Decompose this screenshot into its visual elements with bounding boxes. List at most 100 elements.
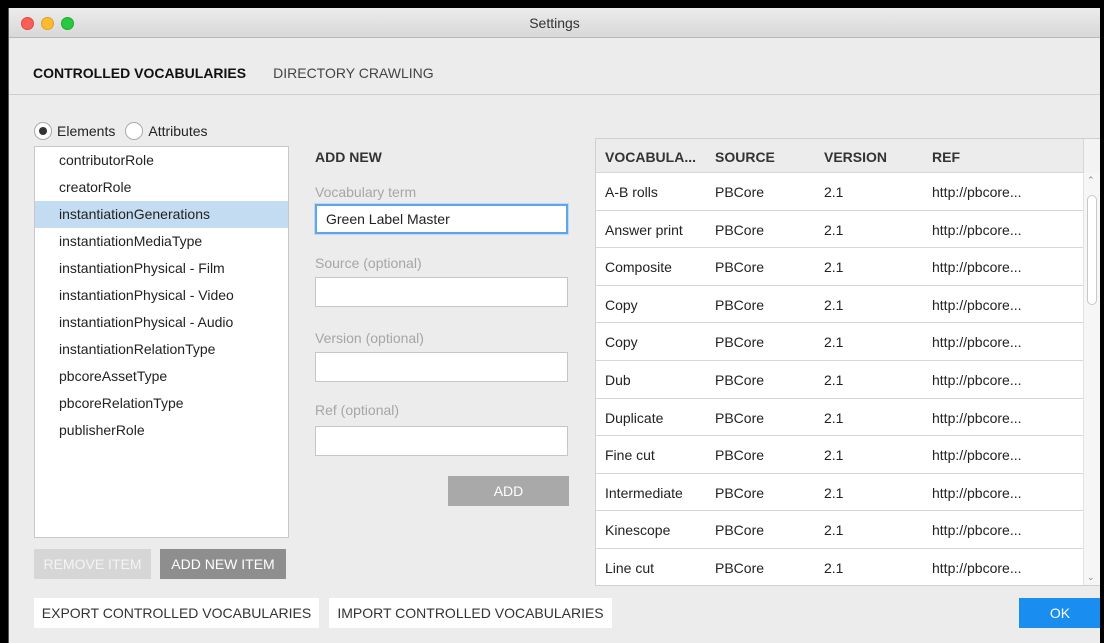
list-item[interactable]: instantiationGenerations xyxy=(35,201,288,228)
cell-source: PBCore xyxy=(715,184,765,200)
cell-vocabulary: Duplicate xyxy=(605,409,664,426)
cell-vocabulary: Copy xyxy=(605,296,638,313)
column-header-version[interactable]: VERSION xyxy=(824,149,887,165)
scroll-down-icon[interactable]: ⌄ xyxy=(1087,572,1095,583)
title-bar: Settings xyxy=(9,8,1100,38)
vocabulary-table: VOCABULA... SOURCE VERSION REF A-B rolls… xyxy=(595,138,1100,586)
list-item[interactable]: pbcoreRelationType xyxy=(35,390,288,417)
table-scrollbar[interactable]: ⌃ ⌄ xyxy=(1083,173,1100,585)
list-item[interactable]: publisherRole xyxy=(35,417,288,444)
cell-ref: http://pbcore... xyxy=(932,184,1022,200)
table-row[interactable]: Intermediate PBCore 2.1 http://pbcore... xyxy=(596,474,1100,512)
table-row[interactable]: A-B rolls PBCore 2.1 http://pbcore... xyxy=(596,173,1100,211)
add-new-item-button[interactable]: ADD NEW ITEM xyxy=(160,549,286,579)
cell-source: PBCore xyxy=(715,409,765,426)
source-input[interactable] xyxy=(315,277,568,307)
import-vocabularies-button[interactable]: IMPORT CONTROLLED VOCABULARIES xyxy=(329,598,612,628)
cell-source: PBCore xyxy=(715,371,765,388)
cell-version: 2.1 xyxy=(824,184,844,200)
scrollbar-thumb[interactable] xyxy=(1087,195,1097,305)
cell-ref: http://pbcore... xyxy=(932,296,1022,313)
add-button[interactable]: ADD xyxy=(448,476,569,506)
cell-vocabulary: Copy xyxy=(605,334,638,351)
vocabulary-term-input[interactable] xyxy=(315,204,568,234)
cell-ref: http://pbcore... xyxy=(932,259,1022,276)
cell-vocabulary: Dub xyxy=(605,371,631,388)
table-row[interactable]: Copy PBCore 2.1 http://pbcore... xyxy=(596,286,1100,324)
window-title: Settings xyxy=(529,15,580,31)
table-row[interactable]: Copy PBCore 2.1 http://pbcore... xyxy=(596,323,1100,361)
add-new-heading: ADD NEW xyxy=(315,149,382,165)
radio-checked-icon[interactable] xyxy=(34,122,52,140)
element-type-radio-group: Elements Attributes xyxy=(34,122,218,140)
table-header: VOCABULA... SOURCE VERSION REF xyxy=(596,139,1100,173)
cell-version: 2.1 xyxy=(824,259,844,276)
cell-vocabulary: Line cut xyxy=(605,559,655,576)
list-item[interactable]: creatorRole xyxy=(35,174,288,201)
settings-window: Settings CONTROLLED VOCABULARIES DIRECTO… xyxy=(8,8,1100,643)
cell-version: 2.1 xyxy=(824,447,844,464)
radio-elements-label: Elements xyxy=(57,123,116,139)
cell-source: PBCore xyxy=(715,334,765,351)
tab-directory-crawling[interactable]: DIRECTORY CRAWLING xyxy=(273,65,434,81)
cell-ref: http://pbcore... xyxy=(932,559,1022,576)
cell-vocabulary: Intermediate xyxy=(605,484,683,501)
table-row[interactable]: Line cut PBCore 2.1 http://pbcore... xyxy=(596,549,1100,585)
version-input[interactable] xyxy=(315,352,568,382)
list-item[interactable]: instantiationPhysical - Video xyxy=(35,282,288,309)
radio-unchecked-icon[interactable] xyxy=(125,122,144,140)
remove-item-button[interactable]: REMOVE ITEM xyxy=(34,549,151,579)
tab-bar: CONTROLLED VOCABULARIES DIRECTORY CRAWLI… xyxy=(33,65,434,81)
cell-ref: http://pbcore... xyxy=(932,447,1022,464)
cell-ref: http://pbcore... xyxy=(932,334,1022,351)
version-label: Version (optional) xyxy=(315,330,424,346)
cell-vocabulary: Answer print xyxy=(605,221,683,238)
cell-version: 2.1 xyxy=(824,371,844,388)
column-header-vocabulary[interactable]: VOCABULA... xyxy=(605,149,696,165)
ok-button[interactable]: OK xyxy=(1019,598,1100,628)
radio-elements[interactable]: Elements xyxy=(34,122,115,140)
tab-controlled-vocabularies[interactable]: CONTROLLED VOCABULARIES xyxy=(33,65,246,81)
column-header-ref[interactable]: REF xyxy=(932,149,960,165)
list-item[interactable]: instantiationPhysical - Film xyxy=(35,255,288,282)
cell-version: 2.1 xyxy=(824,409,844,426)
radio-attributes[interactable]: Attributes xyxy=(125,122,208,140)
table-row[interactable]: Kinescope PBCore 2.1 http://pbcore... xyxy=(596,511,1100,549)
column-header-spacer xyxy=(1083,139,1100,173)
table-row[interactable]: Composite PBCore 2.1 http://pbcore... xyxy=(596,248,1100,286)
cell-vocabulary: Fine cut xyxy=(605,447,655,464)
cell-ref: http://pbcore... xyxy=(932,221,1022,238)
scroll-up-icon[interactable]: ⌃ xyxy=(1087,175,1095,186)
list-item[interactable]: pbcoreAssetType xyxy=(35,363,288,390)
source-label: Source (optional) xyxy=(315,255,422,271)
cell-version: 2.1 xyxy=(824,484,844,501)
list-item[interactable]: instantiationMediaType xyxy=(35,228,288,255)
cell-version: 2.1 xyxy=(824,522,844,539)
column-header-source[interactable]: SOURCE xyxy=(715,149,775,165)
cell-vocabulary: A-B rolls xyxy=(605,184,658,200)
cell-source: PBCore xyxy=(715,296,765,313)
cell-version: 2.1 xyxy=(824,559,844,576)
cell-version: 2.1 xyxy=(824,334,844,351)
ref-input[interactable] xyxy=(315,426,568,456)
table-row[interactable]: Dub PBCore 2.1 http://pbcore... xyxy=(596,361,1100,399)
cell-vocabulary: Composite xyxy=(605,259,672,276)
table-row[interactable]: Answer print PBCore 2.1 http://pbcore... xyxy=(596,211,1100,249)
table-row[interactable]: Duplicate PBCore 2.1 http://pbcore... xyxy=(596,399,1100,437)
export-vocabularies-button[interactable]: EXPORT CONTROLLED VOCABULARIES xyxy=(34,598,319,628)
cell-vocabulary: Kinescope xyxy=(605,522,671,539)
element-list[interactable]: contributorRole creatorRole instantiationG… xyxy=(34,146,289,538)
cell-ref: http://pbcore... xyxy=(932,522,1022,539)
table-row[interactable]: Fine cut PBCore 2.1 http://pbcore... xyxy=(596,436,1100,474)
list-item[interactable]: contributorRole xyxy=(35,147,288,174)
vocabulary-term-label: Vocabulary term xyxy=(315,184,417,200)
cell-ref: http://pbcore... xyxy=(932,409,1022,426)
cell-source: PBCore xyxy=(715,559,765,576)
cell-source: PBCore xyxy=(715,484,765,501)
radio-attributes-label: Attributes xyxy=(148,123,208,139)
list-item[interactable]: instantiationPhysical - Audio xyxy=(35,309,288,336)
list-item[interactable]: instantiationRelationType xyxy=(35,336,288,363)
cell-ref: http://pbcore... xyxy=(932,371,1022,388)
cell-source: PBCore xyxy=(715,221,765,238)
cell-version: 2.1 xyxy=(824,221,844,238)
